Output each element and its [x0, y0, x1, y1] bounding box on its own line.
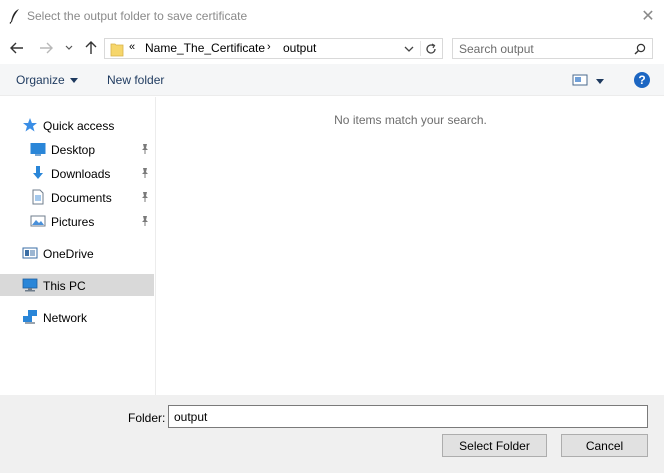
breadcrumb-overflow[interactable]: « [129, 41, 135, 53]
sidebar-item-documents[interactable]: Documents [0, 186, 154, 208]
feather-icon [9, 9, 19, 24]
caret-down-icon [69, 78, 78, 84]
sidebar-item-desktop[interactable]: Desktop [0, 138, 154, 160]
sidebar-item-label: Downloads [51, 167, 111, 181]
help-icon[interactable]: ? [634, 72, 650, 88]
sidebar-item-label: Network [43, 311, 88, 325]
onedrive-icon [22, 247, 38, 259]
cancel-button[interactable]: Cancel [561, 434, 648, 457]
forward-arrow-icon [40, 42, 53, 54]
folder-icon [110, 43, 124, 57]
close-button[interactable]: ✕ [636, 6, 660, 26]
breadcrumb-item[interactable]: output [283, 41, 316, 55]
forward-button[interactable] [37, 39, 55, 57]
refresh-button[interactable] [423, 41, 439, 57]
pin-icon [142, 144, 148, 154]
pin-icon [142, 216, 148, 226]
search-box [452, 38, 653, 59]
download-icon [33, 166, 43, 179]
search-icon [634, 43, 646, 55]
search-button[interactable] [632, 41, 648, 57]
up-button[interactable] [82, 39, 100, 57]
breadcrumb-item[interactable]: Name_The_Certificate [145, 41, 265, 55]
sidebar-item-label: Documents [51, 191, 112, 205]
new-folder-button[interactable]: New folder [107, 73, 164, 87]
computer-icon [22, 278, 38, 292]
sidebar-item-label: Quick access [43, 119, 115, 133]
breadcrumb-separator[interactable]: › [267, 41, 271, 53]
sidebar-item-downloads[interactable]: Downloads [0, 162, 154, 184]
back-arrow-icon [10, 42, 23, 54]
sidebar-item-onedrive[interactable]: OneDrive [0, 242, 154, 264]
organize-label: Organize [16, 73, 65, 87]
command-bar: Organize New folder ? [0, 64, 664, 96]
address-bar[interactable]: « Name_The_Certificate › output [104, 38, 443, 59]
pin-icon [142, 192, 148, 202]
chevron-down-icon [65, 45, 73, 50]
sidebar-item-this-pc[interactable]: This PC [0, 274, 154, 296]
network-icon [23, 310, 37, 324]
sidebar-item-quick-access[interactable]: Quick access [0, 114, 154, 136]
pin-icon [142, 168, 148, 178]
chevron-down-icon [404, 46, 414, 52]
refresh-icon [426, 43, 436, 54]
sidebar-item-network[interactable]: Network [0, 306, 154, 328]
recent-locations-button[interactable] [62, 39, 76, 57]
sidebar-item-label: This PC [43, 279, 86, 293]
organize-menu-button[interactable]: Organize [16, 73, 78, 87]
sidebar-item-pictures[interactable]: Pictures [0, 210, 154, 232]
desktop-icon [30, 143, 46, 156]
file-list[interactable]: No items match your search. [157, 97, 664, 395]
close-icon: ✕ [641, 8, 655, 25]
folder-name-input[interactable] [168, 405, 648, 428]
sidebar-item-label: Desktop [51, 143, 96, 157]
title-bar: Select the output folder to save certifi… [0, 0, 664, 32]
view-dropdown-icon[interactable] [596, 79, 604, 84]
view-options-icon[interactable] [572, 73, 588, 87]
back-button[interactable] [8, 39, 26, 57]
divider [420, 41, 421, 56]
window-title: Select the output folder to save certifi… [27, 9, 248, 23]
navigation-pane: Quick access Desktop Downloads Documents [0, 97, 156, 395]
pictures-icon [30, 215, 46, 227]
footer-panel: Folder: Select Folder Cancel [0, 395, 664, 473]
up-arrow-icon [85, 41, 97, 54]
address-dropdown-button[interactable] [402, 42, 416, 56]
empty-message: No items match your search. [334, 113, 487, 127]
sidebar-item-label: Pictures [51, 215, 95, 229]
sidebar-item-label: OneDrive [43, 247, 94, 261]
star-icon [23, 118, 37, 132]
document-icon [32, 189, 44, 205]
folder-label: Folder: [128, 411, 166, 425]
search-input[interactable] [453, 39, 628, 58]
select-folder-button[interactable]: Select Folder [442, 434, 547, 457]
